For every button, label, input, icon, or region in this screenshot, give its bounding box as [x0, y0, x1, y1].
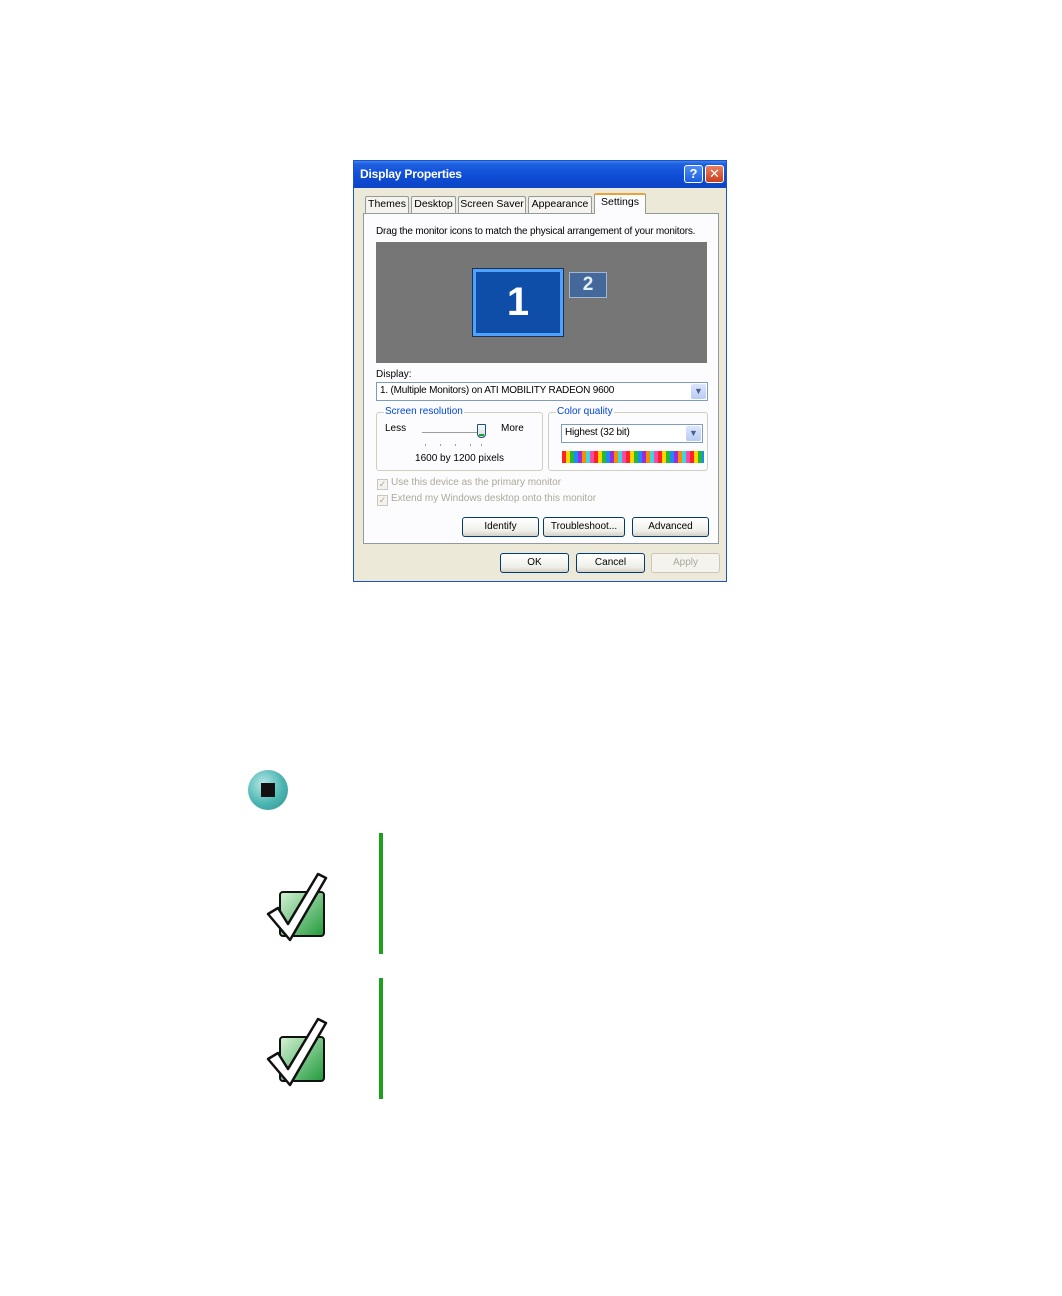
slider-tick — [481, 444, 482, 446]
checkmark-icon[interactable]: ✓ — [377, 495, 388, 506]
screen-resolution-label: Screen resolution — [384, 406, 464, 417]
resolution-value: 1600 by 1200 pixels — [415, 453, 504, 464]
screen-resolution-group: Screen resolution Less More 1600 by 1200… — [376, 406, 543, 471]
important-checkmark-icon — [266, 1017, 328, 1087]
extend-desktop-label: Extend my Windows desktop onto this moni… — [391, 493, 597, 504]
color-quality-value: Highest (32 bit) — [565, 427, 630, 438]
primary-monitor-checkbox[interactable]: ✓ Use this device as the primary monitor — [377, 477, 561, 490]
slider-tick — [425, 444, 426, 446]
tab-themes[interactable]: Themes — [365, 196, 409, 213]
slider-tick — [455, 444, 456, 446]
apply-button[interactable]: Apply — [651, 553, 720, 573]
chevron-down-icon[interactable]: ▼ — [691, 384, 706, 399]
chevron-down-icon[interactable]: ▼ — [686, 426, 701, 441]
dialog-title: Display Properties — [360, 167, 462, 181]
display-select[interactable]: 1. (Multiple Monitors) on ATI MOBILITY R… — [376, 382, 708, 401]
extend-desktop-checkbox[interactable]: ✓ Extend my Windows desktop onto this mon… — [377, 493, 596, 506]
tab-settings[interactable]: Settings — [594, 193, 646, 214]
identify-button[interactable]: Identify — [462, 517, 539, 537]
color-quality-group: Color quality Highest (32 bit) ▼ — [548, 406, 708, 471]
stop-square — [261, 783, 275, 797]
color-quality-label: Color quality — [556, 406, 614, 417]
end-of-procedure-icon — [248, 770, 288, 810]
cancel-button[interactable]: Cancel — [576, 553, 645, 573]
note-rule — [379, 833, 383, 954]
slider-more-label: More — [501, 423, 524, 434]
color-spectrum-bar — [562, 451, 704, 463]
note-rule — [379, 978, 383, 1099]
troubleshoot-button[interactable]: Troubleshoot... — [543, 517, 625, 537]
important-checkmark-icon — [266, 872, 328, 942]
monitor-arrangement-area[interactable]: 1 2 — [376, 242, 707, 363]
instruction-text: Drag the monitor icons to match the phys… — [376, 226, 696, 237]
slider-tick — [470, 444, 471, 446]
title-bar[interactable]: Display Properties ? ✕ — [354, 161, 726, 188]
settings-panel: Drag the monitor icons to match the phys… — [363, 213, 719, 544]
checkmark-icon[interactable]: ✓ — [377, 479, 388, 490]
advanced-button[interactable]: Advanced — [632, 517, 709, 537]
help-button[interactable]: ? — [684, 165, 703, 183]
tab-desktop[interactable]: Desktop — [411, 196, 456, 213]
monitor-2-icon[interactable]: 2 — [569, 272, 607, 298]
ok-button[interactable]: OK — [500, 553, 569, 573]
tab-screen-saver[interactable]: Screen Saver — [458, 196, 526, 213]
display-properties-dialog: Display Properties ? ✕ Themes Desktop Sc… — [353, 160, 727, 582]
close-button[interactable]: ✕ — [705, 165, 724, 183]
monitor-1-icon[interactable]: 1 — [472, 268, 564, 337]
display-label: Display: — [376, 369, 412, 380]
color-quality-select[interactable]: Highest (32 bit) ▼ — [561, 424, 703, 443]
display-select-value: 1. (Multiple Monitors) on ATI MOBILITY R… — [380, 385, 615, 396]
resolution-slider-thumb[interactable] — [477, 424, 486, 438]
primary-monitor-label: Use this device as the primary monitor — [391, 477, 562, 488]
tab-appearance[interactable]: Appearance — [528, 196, 592, 213]
slider-less-label: Less — [385, 423, 407, 434]
slider-tick — [440, 444, 441, 446]
